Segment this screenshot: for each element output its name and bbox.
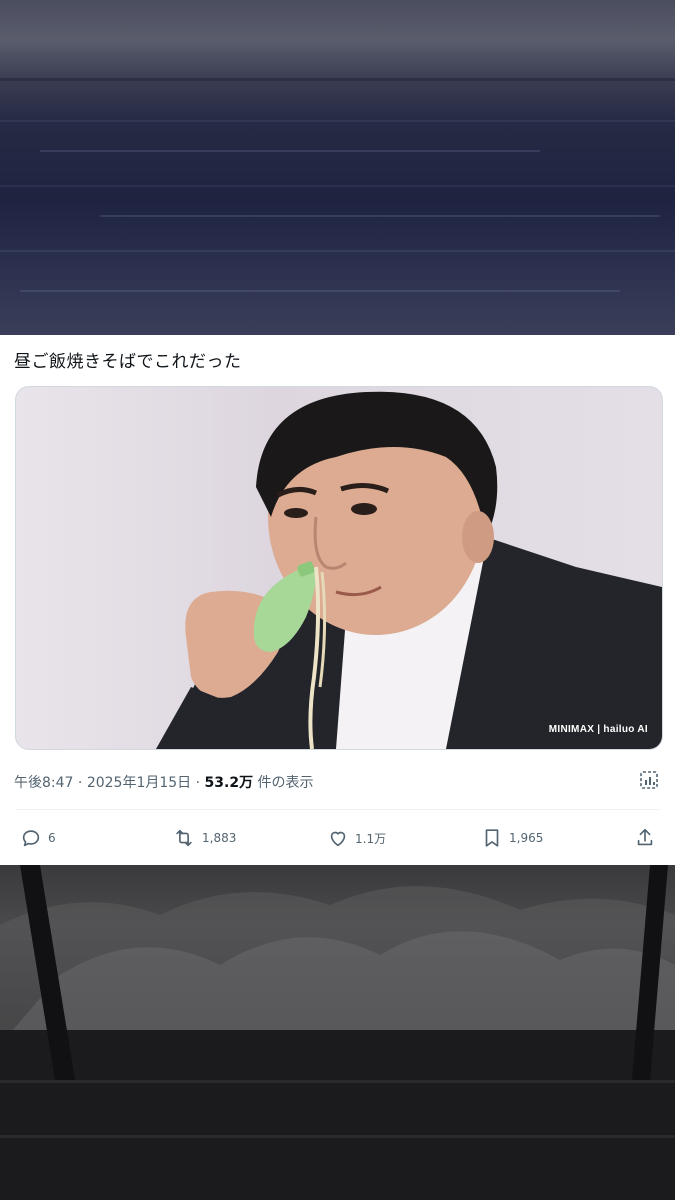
- meta-separator: ·: [73, 775, 87, 791]
- wave: [40, 150, 540, 152]
- action-bar: 6 1,883 1.1万 1,965: [0, 823, 675, 853]
- analytics-icon[interactable]: [638, 769, 660, 791]
- tweet-card: 昼ご飯焼きそばでこれだった MINIMAX | hailuo AI 午後8:47…: [0, 335, 675, 865]
- wave: [0, 120, 675, 122]
- share-icon: [637, 828, 653, 846]
- repost-icon: [176, 829, 192, 847]
- tweet-time[interactable]: 午後8:47: [14, 775, 73, 791]
- wave: [20, 290, 620, 292]
- background-storm-image: [0, 865, 675, 1200]
- background-ocean-image: [0, 0, 675, 335]
- horizon-line: [0, 78, 675, 81]
- share-button[interactable]: [634, 823, 662, 853]
- tweet-date[interactable]: 2025年1月15日: [87, 775, 191, 791]
- repost-count: 1,883: [202, 831, 237, 845]
- bookmark-button[interactable]: 1,965: [481, 823, 543, 853]
- like-button[interactable]: 1.1万: [327, 823, 386, 853]
- bookmark-icon: [485, 829, 499, 847]
- reply-count: 6: [48, 831, 56, 845]
- views-label: 件の表示: [253, 775, 314, 791]
- reply-button[interactable]: 6: [20, 823, 56, 853]
- tweet-meta: 午後8:47 · 2025年1月15日 · 53.2万 件の表示: [14, 772, 314, 792]
- media-illustration: [156, 391, 662, 749]
- views-count: 53.2万: [204, 775, 254, 791]
- wave: [100, 215, 660, 217]
- media-watermark: MINIMAX | hailuo AI: [548, 724, 648, 735]
- storm-illustration: [0, 865, 675, 1200]
- repost-button[interactable]: 1,883: [172, 823, 236, 853]
- reply-icon: [22, 830, 40, 847]
- meta-separator: ·: [191, 775, 205, 791]
- wave: [0, 250, 675, 252]
- like-count: 1.1万: [355, 831, 387, 846]
- heart-icon: [330, 831, 346, 847]
- wave: [0, 185, 675, 187]
- divider: [15, 809, 660, 810]
- tweet-text: 昼ご飯焼きそばでこれだった: [14, 352, 242, 372]
- tweet-media-image[interactable]: MINIMAX | hailuo AI: [15, 386, 663, 750]
- bookmark-count: 1,965: [509, 831, 544, 845]
